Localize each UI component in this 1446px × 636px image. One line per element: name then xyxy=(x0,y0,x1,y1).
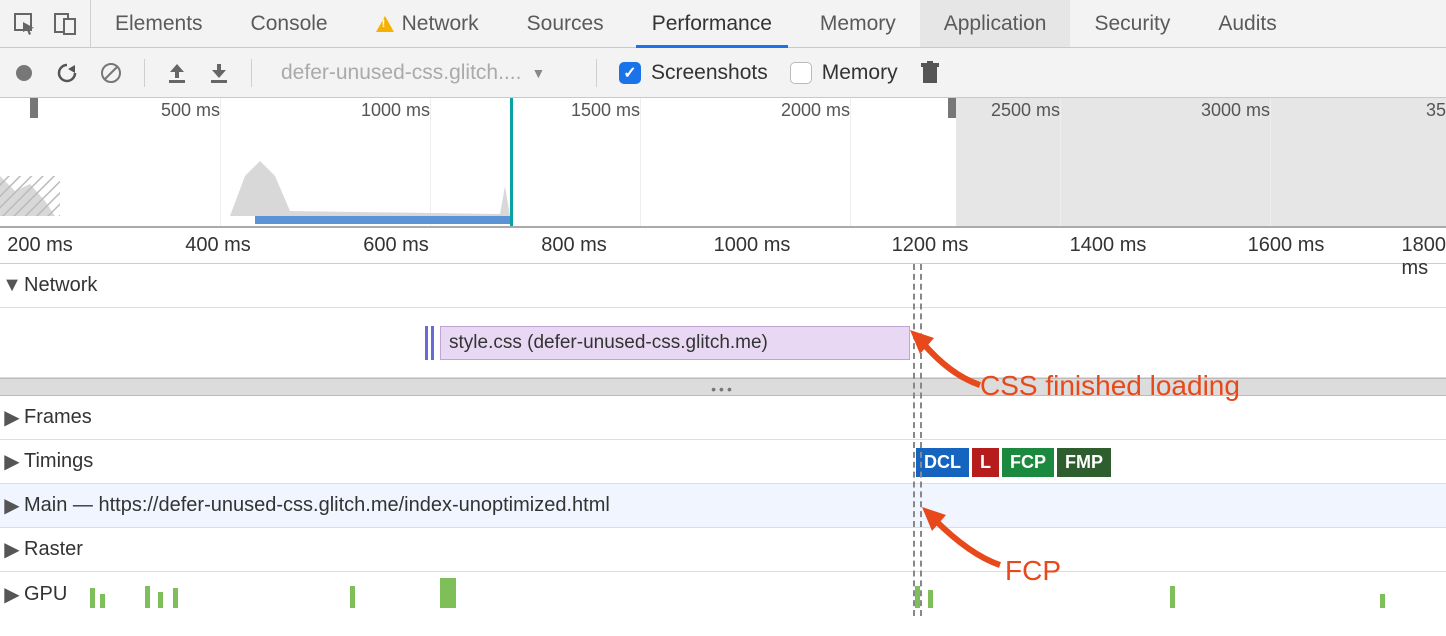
ruler-tick: 1600 ms xyxy=(1248,234,1325,257)
warning-icon xyxy=(376,16,394,32)
vertical-marker xyxy=(913,264,915,616)
disclosure-right-icon[interactable]: ▶ xyxy=(0,537,24,562)
checkbox-checked-icon xyxy=(619,62,641,84)
track-gpu[interactable]: ▶ GPU xyxy=(0,572,1446,616)
overview-cpu-chart xyxy=(0,116,1446,216)
ruler-tick: 400 ms xyxy=(185,234,251,257)
track-timings[interactable]: ▶ Timings DCLLFCPFMP xyxy=(0,440,1446,484)
tab-application[interactable]: Application xyxy=(920,0,1071,47)
network-waiting-bar xyxy=(425,326,435,360)
tab-sources[interactable]: Sources xyxy=(503,0,628,47)
recording-select[interactable]: defer-unused-css.glitch.... ▼ xyxy=(274,58,574,88)
track-network-header[interactable]: ▼ Network xyxy=(0,264,1446,308)
screenshots-checkbox[interactable]: Screenshots xyxy=(619,61,768,85)
tab-audits[interactable]: Audits xyxy=(1194,0,1300,47)
track-raster[interactable]: ▶ Raster xyxy=(0,528,1446,572)
inspect-icon[interactable] xyxy=(14,13,36,35)
ruler-tick: 1200 ms xyxy=(892,234,969,257)
track-resizer[interactable]: ••• xyxy=(0,378,1446,396)
reload-icon[interactable] xyxy=(56,62,78,84)
device-toggle-icon[interactable] xyxy=(54,13,76,35)
memory-checkbox[interactable]: Memory xyxy=(790,61,898,85)
tab-console[interactable]: Console xyxy=(227,0,352,47)
download-icon[interactable] xyxy=(209,62,229,84)
panel-tabs: Elements Console Network Sources Perform… xyxy=(91,0,1301,47)
clear-icon[interactable] xyxy=(100,62,122,84)
disclosure-right-icon[interactable]: ▶ xyxy=(0,582,24,607)
devtools-tabbar: Elements Console Network Sources Perform… xyxy=(0,0,1446,48)
overview-network-bar xyxy=(255,216,510,224)
trash-icon[interactable] xyxy=(920,61,940,85)
ruler-tick: 600 ms xyxy=(363,234,429,257)
ruler-tick: 800 ms xyxy=(541,234,607,257)
timing-dcl[interactable]: DCL xyxy=(916,448,969,477)
timing-l[interactable]: L xyxy=(972,448,999,477)
ruler-tick: 1400 ms xyxy=(1070,234,1147,257)
track-network-content[interactable]: style.css (defer-unused-css.glitch.me) xyxy=(0,308,1446,378)
chevron-down-icon: ▼ xyxy=(531,65,545,81)
tabbar-left-icons xyxy=(0,0,91,47)
disclosure-down-icon[interactable]: ▼ xyxy=(0,274,24,297)
detail-ruler[interactable]: 200 ms 400 ms 600 ms 800 ms 1000 ms 1200… xyxy=(0,228,1446,264)
overview-handle-left[interactable] xyxy=(30,98,38,118)
network-item-stylecss[interactable]: style.css (defer-unused-css.glitch.me) xyxy=(440,326,910,360)
tab-elements[interactable]: Elements xyxy=(91,0,227,47)
tracks-container: ▼ Network style.css (defer-unused-css.gl… xyxy=(0,264,1446,616)
tab-security[interactable]: Security xyxy=(1070,0,1194,47)
timing-fcp[interactable]: FCP xyxy=(1002,448,1054,477)
upload-icon[interactable] xyxy=(167,62,187,84)
track-frames[interactable]: ▶ Frames xyxy=(0,396,1446,440)
overview-timeline[interactable]: 500 ms 1000 ms 1500 ms 2000 ms 2500 ms 3… xyxy=(0,98,1446,228)
overview-marker xyxy=(510,98,513,226)
ruler-tick: 200 ms xyxy=(7,234,73,257)
tab-memory[interactable]: Memory xyxy=(796,0,920,47)
track-main[interactable]: ▶ Main — https://defer-unused-css.glitch… xyxy=(0,484,1446,528)
disclosure-right-icon[interactable]: ▶ xyxy=(0,449,24,474)
tab-performance[interactable]: Performance xyxy=(628,0,796,47)
overview-handle-right[interactable] xyxy=(948,98,956,118)
recording-url: defer-unused-css.glitch.... xyxy=(281,61,521,85)
disclosure-right-icon[interactable]: ▶ xyxy=(0,493,24,518)
timing-markers: DCLLFCPFMP xyxy=(916,448,1114,477)
checkbox-unchecked-icon xyxy=(790,62,812,84)
vertical-marker xyxy=(920,264,922,616)
tab-network[interactable]: Network xyxy=(352,0,503,47)
record-icon[interactable] xyxy=(14,63,34,83)
timing-fmp[interactable]: FMP xyxy=(1057,448,1111,477)
disclosure-right-icon[interactable]: ▶ xyxy=(0,405,24,430)
ruler-tick: 1000 ms xyxy=(714,234,791,257)
performance-toolbar: defer-unused-css.glitch.... ▼ Screenshot… xyxy=(0,48,1446,98)
